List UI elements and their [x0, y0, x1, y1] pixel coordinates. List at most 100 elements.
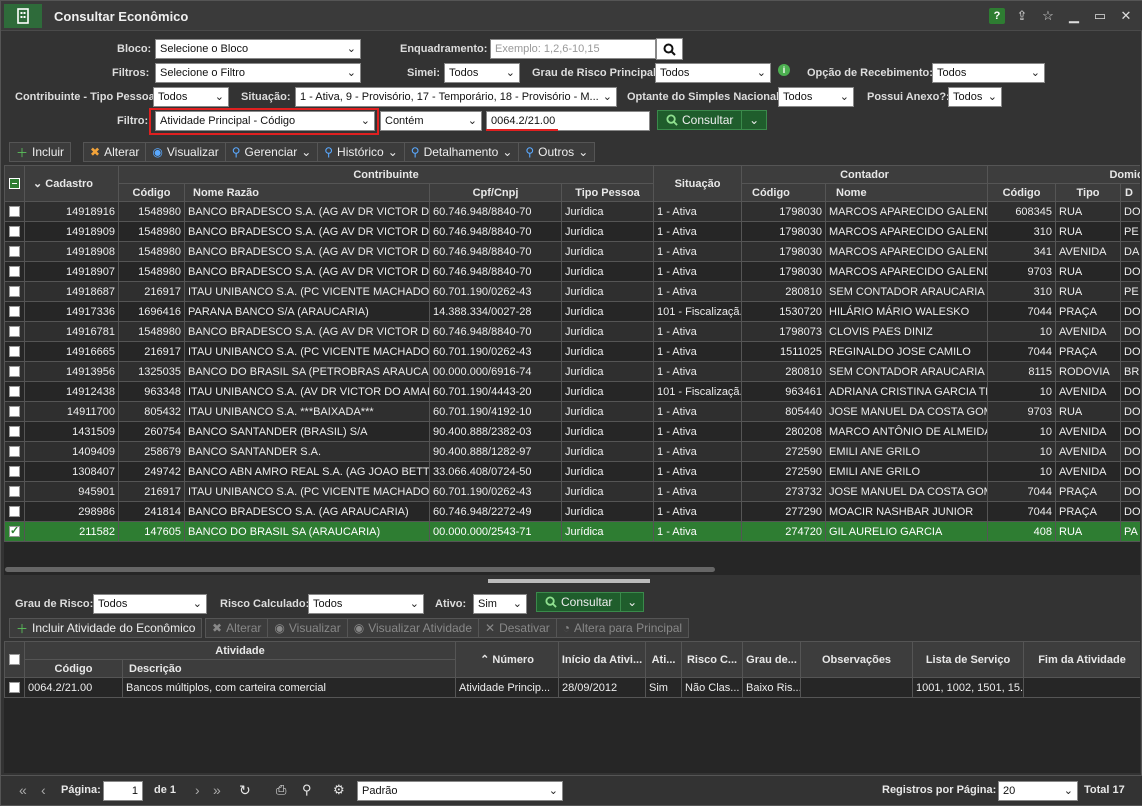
maximize-icon[interactable]: ▭: [1091, 7, 1109, 25]
visualizar-atividade-button[interactable]: ◉ Visualizar Atividade: [346, 618, 479, 638]
registros-select[interactable]: 20 ⌄: [998, 781, 1078, 801]
alterar-button[interactable]: ✖ Alterar: [83, 142, 146, 162]
tipo-pessoa-header[interactable]: Tipo Pessoa: [560, 183, 655, 202]
prev-page-icon[interactable]: ‹: [41, 782, 46, 798]
grau-risco-select[interactable]: Todos ⌄: [655, 63, 771, 83]
situacao-header[interactable]: Situação: [653, 165, 743, 202]
enquadramento-input[interactable]: Exemplo: 1,2,6-10,15: [490, 39, 656, 59]
row-checkbox-cell[interactable]: [4, 361, 25, 382]
select-all-checkbox[interactable]: [9, 178, 20, 190]
altera-principal-button[interactable]: ◔ Altera para Principal: [555, 618, 690, 638]
risco-calculado-select[interactable]: Todos ⌄: [308, 594, 424, 614]
close-icon[interactable]: ✕: [1117, 7, 1135, 25]
first-page-icon[interactable]: «: [19, 782, 27, 798]
select-all-checkbox[interactable]: [9, 654, 20, 666]
atividade-select-all[interactable]: [4, 641, 25, 678]
row-checkbox-cell[interactable]: [4, 481, 25, 502]
row-checkbox-cell[interactable]: [4, 381, 25, 402]
detalhamento-button[interactable]: ⚲ Detalhamento ⌄: [403, 142, 519, 162]
grau-select[interactable]: Todos ⌄: [93, 594, 207, 614]
table-row[interactable]: 14911700 805432 ITAU UNIBANCO S.A. ***BAIX…: [4, 401, 1140, 422]
domicilio-d-header[interactable]: D: [1120, 183, 1140, 202]
risco-calc-header[interactable]: Risco C...: [681, 641, 744, 678]
table-row[interactable]: 1308407 249742 BANCO ABN AMRO REAL S.A. (A…: [4, 461, 1140, 482]
cpf-cnpj-header[interactable]: Cpf/Cnpj: [429, 183, 562, 202]
print-icon[interactable]: ⎙: [276, 782, 286, 798]
table-row[interactable]: 14916781 1548980 BANCO BRADESCO S.A. (AG A…: [4, 321, 1140, 342]
incluir-atividade-button[interactable]: ＋ Incluir Atividade do Econômico: [9, 618, 203, 638]
contador-codigo-header[interactable]: Código: [741, 183, 827, 202]
contador-nome-header[interactable]: Nome: [825, 183, 989, 202]
row-checkbox[interactable]: [9, 346, 20, 358]
table-row[interactable]: 211582147605BANCO DO BRASIL SA (ARAUCARI…: [4, 521, 1140, 542]
atividade-codigo-header[interactable]: Código: [24, 659, 123, 678]
filtro-select[interactable]: Atividade Principal - Código ⌄: [155, 111, 375, 131]
row-checkbox-cell[interactable]: [4, 221, 25, 242]
tipo-pessoa-select[interactable]: Todos ⌄: [153, 87, 229, 107]
row-checkbox-cell[interactable]: [4, 341, 25, 362]
table-row[interactable]: 14916665 216917 ITAU UNIBANCO S.A. (PC VIC…: [4, 341, 1140, 362]
lower-consultar-button[interactable]: Consultar ⌄: [536, 592, 644, 612]
fim-atividade-header[interactable]: Fim da Atividade: [1023, 641, 1140, 678]
row-checkbox[interactable]: [9, 406, 20, 418]
domicilio-tipo-header[interactable]: Tipo: [1055, 183, 1122, 202]
row-checkbox[interactable]: [9, 446, 20, 458]
bloco-select[interactable]: Selecione o Bloco ⌄: [155, 39, 361, 59]
row-checkbox[interactable]: [9, 266, 20, 278]
table-row[interactable]: 14918687 216917 ITAU UNIBANCO S.A. (PC VIC…: [4, 281, 1140, 302]
desativar-button[interactable]: ✕ Desativar: [478, 618, 556, 638]
star-icon[interactable]: ☆: [1039, 7, 1057, 25]
row-checkbox-cell[interactable]: [4, 261, 25, 282]
row-checkbox[interactable]: [9, 366, 20, 378]
next-page-icon[interactable]: ›: [195, 782, 200, 798]
nome-razao-header[interactable]: Nome Razão: [184, 183, 430, 202]
table-row[interactable]: 14918907 1548980 BANCO BRADESCO S.A. (AG A…: [4, 261, 1140, 282]
filtros-select[interactable]: Selecione o Filtro ⌄: [155, 63, 361, 83]
simei-select[interactable]: Todos ⌄: [444, 63, 520, 83]
row-checkbox-cell[interactable]: [4, 241, 25, 262]
page-input[interactable]: 1: [103, 781, 143, 801]
opcao-select[interactable]: Todos ⌄: [932, 63, 1045, 83]
optante-select[interactable]: Todos ⌄: [778, 87, 854, 107]
table-row[interactable]: 14918908 1548980 BANCO BRADESCO S.A. (AG A…: [4, 241, 1140, 262]
row-checkbox[interactable]: [9, 326, 20, 338]
info-icon[interactable]: i: [778, 64, 790, 76]
outros-button[interactable]: ⚲ Outros ⌄: [518, 142, 596, 162]
grau-header[interactable]: Grau de...: [742, 641, 802, 678]
ativo-select[interactable]: Sim ⌄: [473, 594, 527, 614]
search-icon[interactable]: ⚲: [302, 782, 312, 798]
table-row[interactable]: 14917336 1696416 PARANA BANCO S/A (ARAUCAR…: [4, 301, 1140, 322]
numero-header[interactable]: ⌃ Número: [455, 641, 560, 678]
row-checkbox[interactable]: [9, 226, 20, 238]
refresh-icon[interactable]: ↻: [239, 782, 251, 799]
enquadramento-search-button[interactable]: [656, 38, 683, 60]
lower-visualizar-button[interactable]: ◉ Visualizar: [267, 618, 347, 638]
row-checkbox-cell[interactable]: [4, 301, 25, 322]
row-checkbox-cell[interactable]: [4, 401, 25, 422]
table-row[interactable]: 14913956 1325035 BANCO DO BRASIL SA (PETRO…: [4, 361, 1140, 382]
row-checkbox[interactable]: [9, 206, 20, 218]
row-checkbox-cell[interactable]: [4, 441, 25, 462]
gerenciar-button[interactable]: ⚲ Gerenciar ⌄: [224, 142, 318, 162]
help-icon[interactable]: ?: [989, 8, 1005, 24]
row-checkbox[interactable]: [9, 506, 20, 518]
row-checkbox-cell[interactable]: [4, 201, 25, 222]
situacao-select[interactable]: 1 - Ativa, 9 - Provisório, 17 - Temporár…: [295, 87, 617, 107]
share-icon[interactable]: ⇪: [1013, 7, 1031, 25]
row-checkbox-cell[interactable]: [4, 281, 25, 302]
table-row[interactable]: 14918909 1548980 BANCO BRADESCO S.A. (AG A…: [4, 221, 1140, 242]
table-row[interactable]: 0064.2/21.00 Bancos múltiplos, com cartei…: [4, 677, 1140, 698]
table-row[interactable]: 14918916 1548980 BANCO BRADESCO S.A. (AG A…: [4, 201, 1140, 222]
row-checkbox[interactable]: [9, 386, 20, 398]
anexo-select[interactable]: Todos ⌄: [948, 87, 1002, 107]
minimize-icon[interactable]: ▁: [1065, 7, 1083, 25]
incluir-button[interactable]: ＋ Incluir: [9, 142, 72, 162]
row-checkbox-cell[interactable]: [4, 521, 25, 542]
codigo-header[interactable]: Código: [118, 183, 185, 202]
row-checkbox-cell[interactable]: [4, 321, 25, 342]
operador-select[interactable]: Contém ⌄: [380, 111, 482, 131]
row-checkbox[interactable]: [9, 524, 20, 538]
row-checkbox-cell[interactable]: [4, 461, 25, 482]
row-checkbox[interactable]: [9, 246, 20, 258]
historico-button[interactable]: ⚲ Histórico ⌄: [317, 142, 404, 162]
